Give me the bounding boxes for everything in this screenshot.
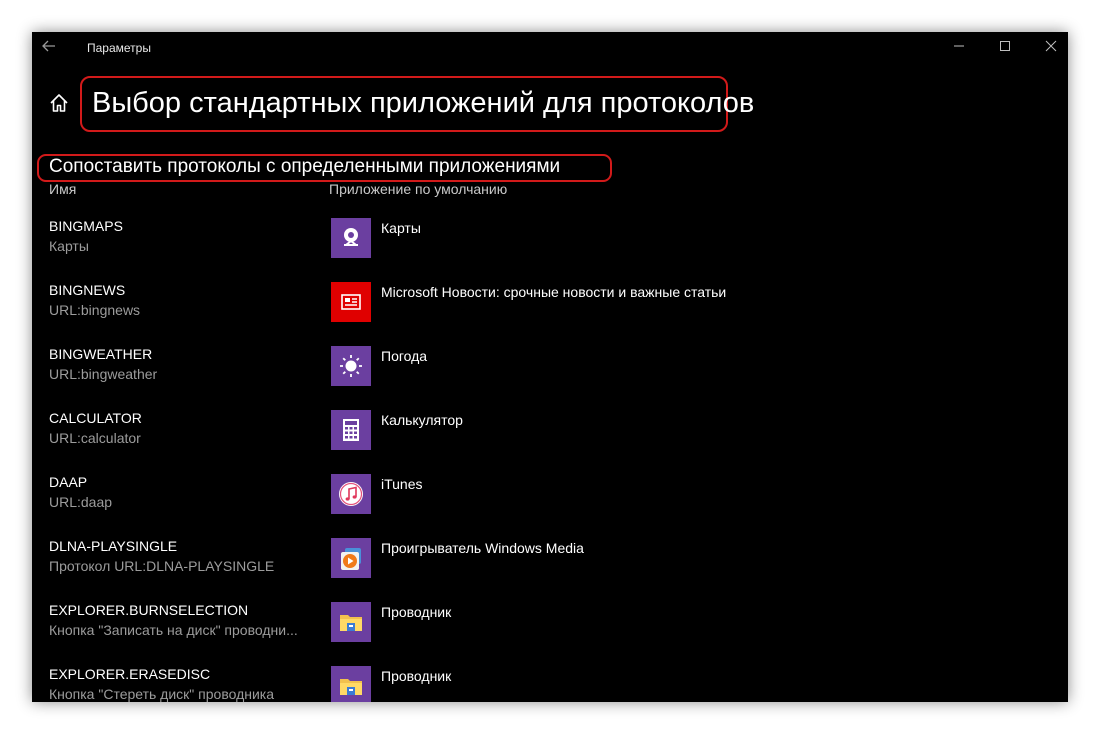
maps-icon[interactable] xyxy=(331,218,371,258)
protocol-row: EXPLORER.BURNSELECTION Кнопка "Записать … xyxy=(32,602,1068,666)
close-icon[interactable] xyxy=(1028,32,1068,64)
windows-media-player-icon[interactable] xyxy=(331,538,371,578)
protocol-name: CALCULATOR xyxy=(49,410,142,426)
protocol-row: CALCULATOR URL:calculator Калькулятор xyxy=(32,410,1068,474)
weather-sun-icon[interactable] xyxy=(331,346,371,386)
protocol-row: EXPLORER.ERASEDISC Кнопка "Стереть диск"… xyxy=(32,666,1068,702)
protocol-name: DAAP xyxy=(49,474,88,490)
protocol-description: Протокол URL:DLNA-PLAYSINGLE xyxy=(49,558,275,574)
protocol-row: BINGNEWS URL:bingnews Microsoft Новости:… xyxy=(32,282,1068,346)
protocol-name: BINGMAPS xyxy=(49,218,123,234)
protocol-row: BINGMAPS Карты Карты xyxy=(32,218,1068,282)
calculator-icon[interactable] xyxy=(331,410,371,450)
home-icon[interactable] xyxy=(48,92,70,114)
default-app-button[interactable]: Проигрыватель Windows Media xyxy=(381,540,584,556)
protocol-description: URL:bingnews xyxy=(49,302,141,318)
default-app-button[interactable]: Карты xyxy=(381,220,421,236)
protocol-name: EXPLORER.BURNSELECTION xyxy=(49,602,249,618)
page-title: Выбор стандартных приложений для протоко… xyxy=(80,76,754,132)
protocol-description: Кнопка "Записать на диск" проводни... xyxy=(49,622,298,638)
protocol-description: URL:daap xyxy=(49,494,113,510)
file-explorer-icon[interactable] xyxy=(331,602,371,642)
protocol-row: DAAP URL:daap iTunes xyxy=(32,474,1068,538)
default-app-button[interactable]: Калькулятор xyxy=(381,412,463,428)
protocol-row: DLNA-PLAYSINGLE Протокол URL:DLNA-PLAYSI… xyxy=(32,538,1068,602)
back-arrow-icon[interactable] xyxy=(36,36,62,60)
default-app-button[interactable]: Microsoft Новости: срочные новости и важ… xyxy=(381,284,726,300)
default-app-button[interactable]: Проводник xyxy=(381,668,451,684)
protocol-name: BINGWEATHER xyxy=(49,346,153,362)
protocol-description: Карты xyxy=(49,238,89,254)
column-header-default-app: Приложение по умолчанию xyxy=(329,181,508,197)
protocol-name: DLNA-PLAYSINGLE xyxy=(49,538,178,554)
default-app-button[interactable]: Проводник xyxy=(381,604,451,620)
news-icon[interactable] xyxy=(331,282,371,322)
settings-window: Параметры Выбор стандартных приложений д… xyxy=(32,32,1068,702)
protocol-description: URL:calculator xyxy=(49,430,141,446)
protocol-name: EXPLORER.ERASEDISC xyxy=(49,666,211,682)
protocol-description: Кнопка "Стереть диск" проводника xyxy=(49,686,275,702)
protocol-row: BINGWEATHER URL:bingweather Погода xyxy=(32,346,1068,410)
default-app-button[interactable]: iTunes xyxy=(381,476,423,492)
default-app-button[interactable]: Погода xyxy=(381,348,427,364)
maximize-icon[interactable] xyxy=(982,32,1028,64)
minimize-icon[interactable] xyxy=(936,32,982,64)
file-explorer-icon[interactable] xyxy=(331,666,371,702)
app-title: Параметры xyxy=(87,41,151,55)
itunes-icon[interactable] xyxy=(331,474,371,514)
protocol-description: URL:bingweather xyxy=(49,366,158,382)
column-header-name: Имя xyxy=(49,181,77,197)
protocol-name: BINGNEWS xyxy=(49,282,126,298)
title-bar: Параметры xyxy=(32,32,1068,64)
section-title: Сопоставить протоколы с определенными пр… xyxy=(37,154,612,182)
